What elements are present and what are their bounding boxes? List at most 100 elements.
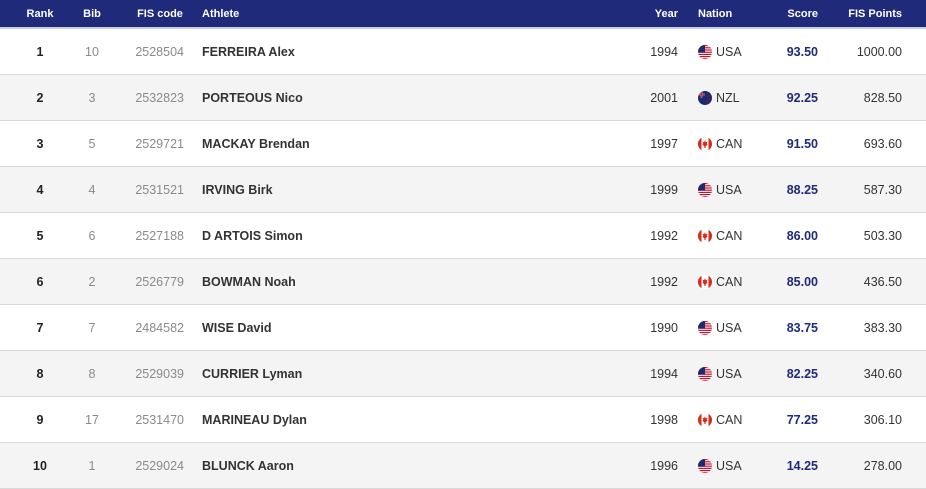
nation-code: USA xyxy=(716,320,742,335)
table-row[interactable]: 7 7 2484582 WISE David 1990 USA 83.75 38… xyxy=(0,305,926,351)
fis-points-cell: 340.60 xyxy=(863,366,902,381)
athlete-link[interactable]: MARINEAU Dylan xyxy=(202,397,622,442)
table-row[interactable]: 4 4 2531521 IRVING Birk 1999 USA 88.25 5… xyxy=(0,167,926,213)
fis-code-cell: 2529024 xyxy=(135,458,184,473)
bib-cell: 8 xyxy=(88,366,96,381)
year-cell: 1997 xyxy=(650,136,678,151)
header-year[interactable]: Year xyxy=(640,0,678,27)
usa-flag-icon xyxy=(698,320,712,335)
table-row[interactable]: 9 17 2531470 MARINEAU Dylan 1998 CAN 77.… xyxy=(0,397,926,443)
athlete-link[interactable]: BLUNCK Aaron xyxy=(202,443,622,488)
rank-cell: 4 xyxy=(36,182,44,197)
usa-flag-icon xyxy=(698,366,712,381)
bib-cell: 10 xyxy=(85,44,99,59)
fis-points-cell: 278.00 xyxy=(863,458,902,473)
usa-flag-icon xyxy=(698,182,712,197)
rank-cell: 5 xyxy=(36,228,44,243)
header-fis-points[interactable]: FIS Points xyxy=(820,0,902,27)
table-row[interactable]: 3 5 2529721 MACKAY Brendan 1997 CAN 91.5… xyxy=(0,121,926,167)
rank-cell: 2 xyxy=(36,90,44,105)
bib-cell: 3 xyxy=(88,90,96,105)
athlete-link[interactable]: WISE David xyxy=(202,305,622,350)
table-row[interactable]: 2 3 2532823 PORTEOUS Nico 2001 NZL 92.25… xyxy=(0,75,926,121)
table-row[interactable]: 1 10 2528504 FERREIRA Alex 1994 USA 93.5… xyxy=(0,29,926,75)
year-cell: 1992 xyxy=(650,228,678,243)
score-cell: 82.25 xyxy=(786,366,818,381)
fis-code-cell: 2531521 xyxy=(135,182,184,197)
rank-cell: 1 xyxy=(36,44,44,59)
fis-code-cell: 2529721 xyxy=(135,136,184,151)
usa-flag-icon xyxy=(698,458,712,473)
nation-code: USA xyxy=(716,182,742,197)
year-cell: 1994 xyxy=(650,44,678,59)
athlete-link[interactable]: D ARTOIS Simon xyxy=(202,213,622,258)
table-header: Rank Bib FIS code Athlete Year Nation Sc… xyxy=(0,0,926,29)
fis-code-cell: 2532823 xyxy=(135,90,184,105)
table-body: 1 10 2528504 FERREIRA Alex 1994 USA 93.5… xyxy=(0,29,926,489)
year-cell: 1994 xyxy=(650,366,678,381)
score-cell: 77.25 xyxy=(786,412,818,427)
can-flag-icon xyxy=(698,136,712,151)
year-cell: 1996 xyxy=(650,458,678,473)
fis-points-cell: 587.30 xyxy=(863,182,902,197)
athlete-link[interactable]: FERREIRA Alex xyxy=(202,29,622,74)
fis-points-cell: 306.10 xyxy=(863,412,902,427)
bib-cell: 6 xyxy=(88,228,96,243)
athlete-link[interactable]: BOWMAN Noah xyxy=(202,259,622,304)
fis-points-cell: 693.60 xyxy=(863,136,902,151)
score-cell: 91.50 xyxy=(786,136,818,151)
score-cell: 83.75 xyxy=(786,320,818,335)
rank-cell: 8 xyxy=(36,366,44,381)
bib-cell: 2 xyxy=(88,274,96,289)
nation-code: USA xyxy=(716,366,742,381)
nation-code: CAN xyxy=(716,136,743,151)
rank-cell: 9 xyxy=(36,412,44,427)
rank-cell: 10 xyxy=(33,458,47,473)
fis-points-cell: 1000.00 xyxy=(856,44,902,59)
table-row[interactable]: 5 6 2527188 D ARTOIS Simon 1992 CAN 86.0… xyxy=(0,213,926,259)
header-fis-code[interactable]: FIS code xyxy=(130,0,190,27)
athlete-link[interactable]: MACKAY Brendan xyxy=(202,121,622,166)
bib-cell: 7 xyxy=(88,320,96,335)
results-table: Rank Bib FIS code Athlete Year Nation Sc… xyxy=(0,0,926,489)
fis-points-cell: 436.50 xyxy=(863,274,902,289)
header-bib[interactable]: Bib xyxy=(80,0,104,27)
table-row[interactable]: 8 8 2529039 CURRIER Lyman 1994 USA 82.25… xyxy=(0,351,926,397)
bib-cell: 4 xyxy=(88,182,96,197)
athlete-link[interactable]: CURRIER Lyman xyxy=(202,351,622,396)
year-cell: 2001 xyxy=(650,90,678,105)
fis-code-cell: 2531470 xyxy=(135,412,184,427)
athlete-link[interactable]: PORTEOUS Nico xyxy=(202,75,622,120)
bib-cell: 1 xyxy=(88,458,96,473)
nation-code: CAN xyxy=(716,274,743,289)
year-cell: 1999 xyxy=(650,182,678,197)
fis-code-cell: 2529039 xyxy=(135,366,184,381)
score-cell: 85.00 xyxy=(786,274,818,289)
table-row[interactable]: 6 2 2526779 BOWMAN Noah 1992 CAN 85.00 4… xyxy=(0,259,926,305)
fis-code-cell: 2527188 xyxy=(135,228,184,243)
header-rank[interactable]: Rank xyxy=(0,0,80,27)
table-row[interactable]: 10 1 2529024 BLUNCK Aaron 1996 USA 14.25… xyxy=(0,443,926,489)
nation-code: CAN xyxy=(716,412,743,427)
year-cell: 1992 xyxy=(650,274,678,289)
header-athlete[interactable]: Athlete xyxy=(202,0,622,27)
score-cell: 92.25 xyxy=(786,90,818,105)
score-cell: 93.50 xyxy=(786,44,818,59)
nation-code: USA xyxy=(716,458,742,473)
can-flag-icon xyxy=(698,412,712,427)
year-cell: 1998 xyxy=(650,412,678,427)
can-flag-icon xyxy=(698,228,712,243)
athlete-link[interactable]: IRVING Birk xyxy=(202,167,622,212)
rank-cell: 7 xyxy=(36,320,44,335)
usa-flag-icon xyxy=(698,44,712,59)
can-flag-icon xyxy=(698,274,712,289)
fis-points-cell: 828.50 xyxy=(863,90,902,105)
fis-code-cell: 2528504 xyxy=(135,44,184,59)
bib-cell: 17 xyxy=(85,412,99,427)
score-cell: 86.00 xyxy=(786,228,818,243)
rank-cell: 3 xyxy=(36,136,44,151)
header-score[interactable]: Score xyxy=(760,0,818,27)
rank-cell: 6 xyxy=(36,274,44,289)
score-cell: 88.25 xyxy=(786,182,818,197)
nation-code: NZL xyxy=(716,90,740,105)
